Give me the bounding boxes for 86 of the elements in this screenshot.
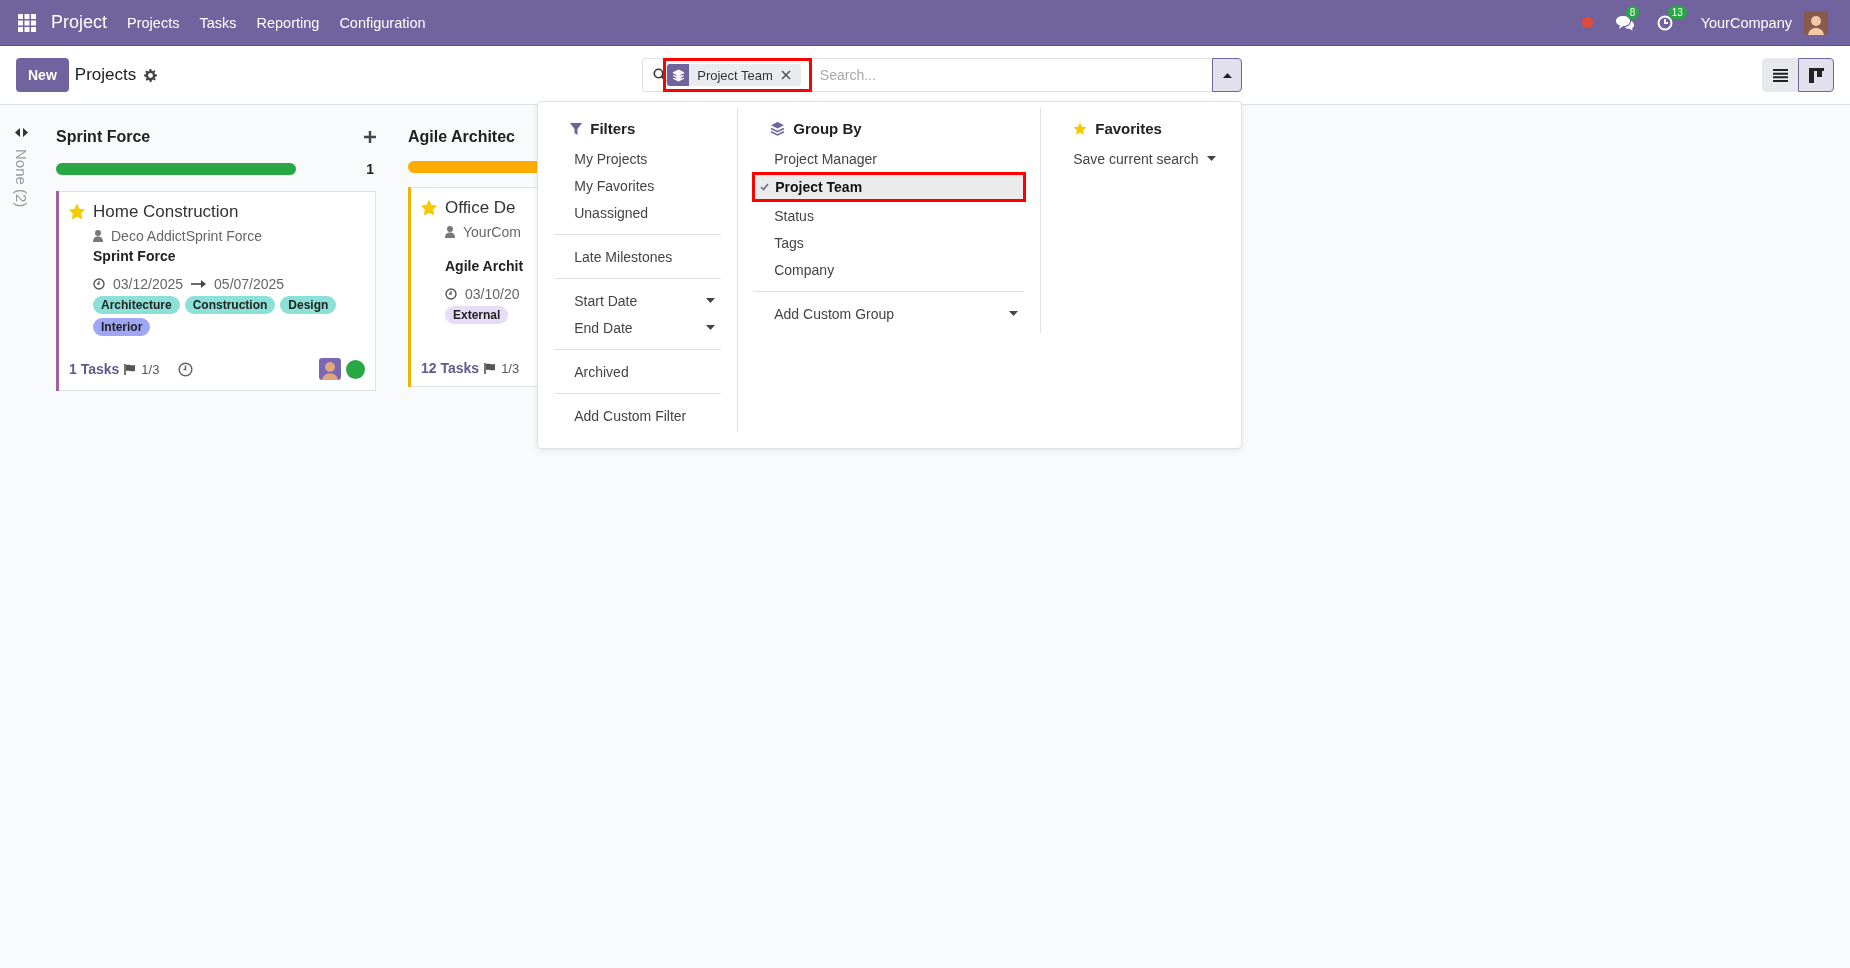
project-name: Office De — [445, 198, 516, 218]
search-field[interactable]: Project Team Search... — [642, 58, 1213, 92]
milestone-count: 1/3 — [141, 361, 160, 377]
check-icon — [760, 183, 770, 191]
customer-name: YourCom — [463, 224, 521, 240]
add-custom-group-select[interactable]: Add Custom Group — [754, 300, 1025, 327]
menu-item[interactable]: Reporting — [256, 14, 320, 31]
caret-icon — [706, 325, 716, 330]
close-icon[interactable] — [780, 70, 791, 80]
tag: Interior — [93, 318, 151, 336]
filter-option[interactable]: End Date — [554, 314, 722, 341]
tag: Design — [280, 296, 337, 314]
group-by-option[interactable]: Status — [754, 202, 1025, 229]
star-icon — [1073, 121, 1088, 136]
end-date: 05/07/2025 — [214, 276, 285, 292]
filter-option[interactable]: Start Date — [554, 287, 722, 314]
milestone-count: 1/3 — [501, 360, 520, 376]
filter-option[interactable]: My Favorites — [554, 172, 722, 199]
arrow-right-icon — [191, 280, 207, 288]
menu-item[interactable]: Configuration — [339, 14, 426, 31]
status-dot[interactable] — [346, 359, 365, 379]
clock-icon — [93, 278, 105, 290]
flag-icon — [124, 363, 137, 375]
user-avatar-icon[interactable] — [1804, 10, 1828, 35]
filter-option[interactable]: My Projects — [554, 145, 722, 172]
caret-icon — [1206, 156, 1216, 161]
group-by-option[interactable]: Tags — [754, 229, 1025, 256]
tag: Construction — [184, 296, 276, 314]
caret-icon — [1009, 311, 1019, 316]
layers-icon — [671, 68, 685, 82]
column-title: Sprint Force — [56, 128, 151, 146]
start-date: 03/10/20 — [465, 286, 520, 302]
tag: External — [445, 306, 509, 324]
save-search-option[interactable]: Save current search — [1057, 145, 1226, 172]
column-title: Agile Architec — [408, 128, 515, 146]
list-icon — [1772, 68, 1788, 82]
caret-icon — [706, 298, 716, 303]
team-name: Agile Archit — [445, 258, 525, 274]
message-count-badge: 8 — [1625, 5, 1640, 19]
tag: Architecture — [93, 296, 180, 314]
menu-item[interactable]: Tasks — [199, 14, 237, 31]
project-name: Home Construction — [93, 202, 239, 222]
company-name[interactable]: YourCompany — [1700, 14, 1792, 31]
section-title: Favorites — [1095, 120, 1162, 137]
facet-label: Project Team — [697, 67, 773, 83]
project-card[interactable]: Home Construction Deco AddictSprint Force Sprint Force 03/12/2025 05/07/2025 Architecture Construction Design Interior 1 Tasks 1/3 — [56, 191, 376, 391]
filter-option[interactable]: Archived — [554, 358, 722, 385]
layers-icon — [770, 121, 786, 136]
list-view-button[interactable] — [1762, 58, 1798, 92]
filter-option[interactable]: Unassigned — [554, 199, 722, 226]
group-by-option[interactable]: Company — [754, 256, 1025, 283]
caret-icon — [1222, 72, 1232, 78]
flag-icon — [484, 362, 497, 374]
favorite-star-icon[interactable] — [421, 200, 437, 216]
team-name: Sprint Force — [93, 248, 177, 264]
clock-icon[interactable] — [178, 361, 194, 377]
person-icon — [445, 226, 455, 238]
favorite-star-icon[interactable] — [69, 204, 85, 220]
column-count: 1 — [366, 161, 375, 177]
activity-count-badge: 13 — [1667, 5, 1687, 19]
filter-option[interactable]: Add Custom Filter — [554, 402, 722, 429]
person-icon — [93, 230, 103, 242]
start-date: 03/12/2025 — [113, 276, 184, 292]
settings-icon[interactable] — [144, 68, 158, 82]
filter-option[interactable]: Late Milestones — [554, 243, 722, 270]
status-dot-icon — [1581, 17, 1593, 28]
group-by-option[interactable]: Project Manager — [754, 145, 1025, 172]
menu-item[interactable]: Projects — [127, 14, 180, 31]
tasks-link[interactable]: 12 Tasks — [421, 360, 480, 376]
kanban-view-button[interactable] — [1798, 58, 1834, 92]
chat-icon[interactable] — [1614, 14, 1635, 31]
kanban-icon — [1808, 67, 1824, 83]
app-grid-icon[interactable] — [18, 13, 36, 32]
clock-icon — [445, 288, 457, 300]
page-title: Projects — [74, 65, 137, 85]
search-options-toggle[interactable] — [1212, 58, 1243, 92]
new-button[interactable]: New — [16, 58, 69, 92]
section-title: Group By — [793, 120, 862, 137]
section-title: Filters — [590, 120, 636, 137]
expand-icon[interactable] — [14, 128, 28, 137]
tasks-link[interactable]: 1 Tasks — [69, 361, 120, 377]
filter-icon — [570, 122, 583, 135]
customer-name: Deco AddictSprint Force — [111, 228, 262, 244]
group-by-option[interactable]: Project Team — [755, 175, 1024, 199]
app-name[interactable]: Project — [51, 12, 108, 33]
add-icon[interactable] — [364, 131, 376, 143]
